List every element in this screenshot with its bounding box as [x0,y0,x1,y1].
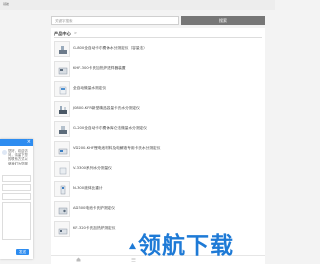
meter-icon [60,185,66,195]
product-thumbnail [54,101,70,117]
chat-email-field[interactable] [2,193,31,200]
product-label: J0800-KFR新型精品容量卡氏水分测定仪 [73,106,140,110]
product-item[interactable]: AD300电池卡氏炉测定仪 [54,200,254,219]
instrument-icon [59,167,67,175]
product-thumbnail [54,161,70,177]
search-button[interactable]: 搜索 [181,16,265,25]
product-label: KHF-300卡氏加热炉进样器装置 [73,66,126,70]
analyzer-icon [58,148,68,155]
product-label: 全自动微量水测定仪 [73,86,107,90]
product-thumbnail [54,221,70,237]
product-label: N-300液体比重计 [73,186,103,190]
product-thumbnail [54,201,70,217]
chat-message: 您好，欢迎访问，请留下您的联系方式以便我们为您服务，我们会尽快与您联系。 [8,149,28,165]
product-label: G-800全自动卡尔费休水分测定仪（容量法） [73,46,147,50]
home-icon[interactable] [76,257,81,262]
chat-header: × [0,139,33,146]
product-thumbnail [54,181,70,197]
product-item[interactable]: G-200全自动卡尔费休库仑法微量水分测定仪 [54,120,254,139]
oven-icon [58,228,68,235]
product-item[interactable]: 全自动微量水测定仪 [54,80,254,99]
watermark-text: 领航下载 [138,233,234,259]
product-item[interactable]: N-300液体比重计 [54,180,254,199]
titrator-icon [59,106,67,114]
chat-name-field[interactable] [2,175,31,182]
watermark-logo-icon [128,242,137,250]
panel-divider [54,37,262,38]
search-input[interactable]: 关键字搜索 [51,16,179,25]
analyzer-icon [59,86,67,95]
product-label: KF-320卡氏加热炉测定仪 [73,226,116,230]
titrator-icon [59,126,67,134]
top-bar: 领航 [0,0,275,10]
product-thumbnail [54,61,70,77]
product-item[interactable]: KHF-300卡氏加热炉进样器装置 [54,60,254,79]
product-label: G-200全自动卡尔费休库仑法微量水分测定仪 [73,126,147,130]
product-label: VD200-KHF锂电池材料及电解液专用卡氏水分测定仪 [73,146,161,150]
product-item[interactable]: J0800-KFR新型精品容量卡氏水分测定仪 [54,100,254,119]
search-bar: 关键字搜索 搜索 [51,16,265,25]
product-label: V-3300系列水分测量仪 [73,166,112,170]
chat-close-button[interactable]: × [27,139,31,146]
panel-more-link[interactable]: > [74,31,77,35]
oven-icon [58,207,68,215]
chat-widget: × 您好，欢迎访问，请留下您的联系方式以便我们为您服务，我们会尽快与您联系。 发… [0,139,33,259]
chat-message-field[interactable] [2,202,31,240]
product-thumbnail [54,121,70,137]
product-label: AD300电池卡氏炉测定仪 [73,206,115,210]
chat-send-button[interactable]: 发送 [16,249,29,255]
product-thumbnail [54,41,70,57]
product-center-panel: 产品中心 > G-800全自动卡尔费休水分测定仪（容量法） KHF-300卡氏加… [51,28,265,263]
product-thumbnail [54,141,70,157]
product-item[interactable]: G-800全自动卡尔费休水分测定仪（容量法） [54,40,254,59]
product-thumbnail [54,81,70,97]
watermark: 领航下载 [128,234,275,263]
chat-phone-field[interactable] [2,184,31,191]
product-item[interactable]: V-3300系列水分测量仪 [54,160,254,179]
site-logo[interactable]: 领航 [3,2,9,6]
oven-icon [58,67,68,75]
titrator-icon [59,46,67,54]
agent-avatar [2,150,7,155]
product-item[interactable]: VD200-KHF锂电池材料及电解液专用卡氏水分测定仪 [54,140,254,159]
